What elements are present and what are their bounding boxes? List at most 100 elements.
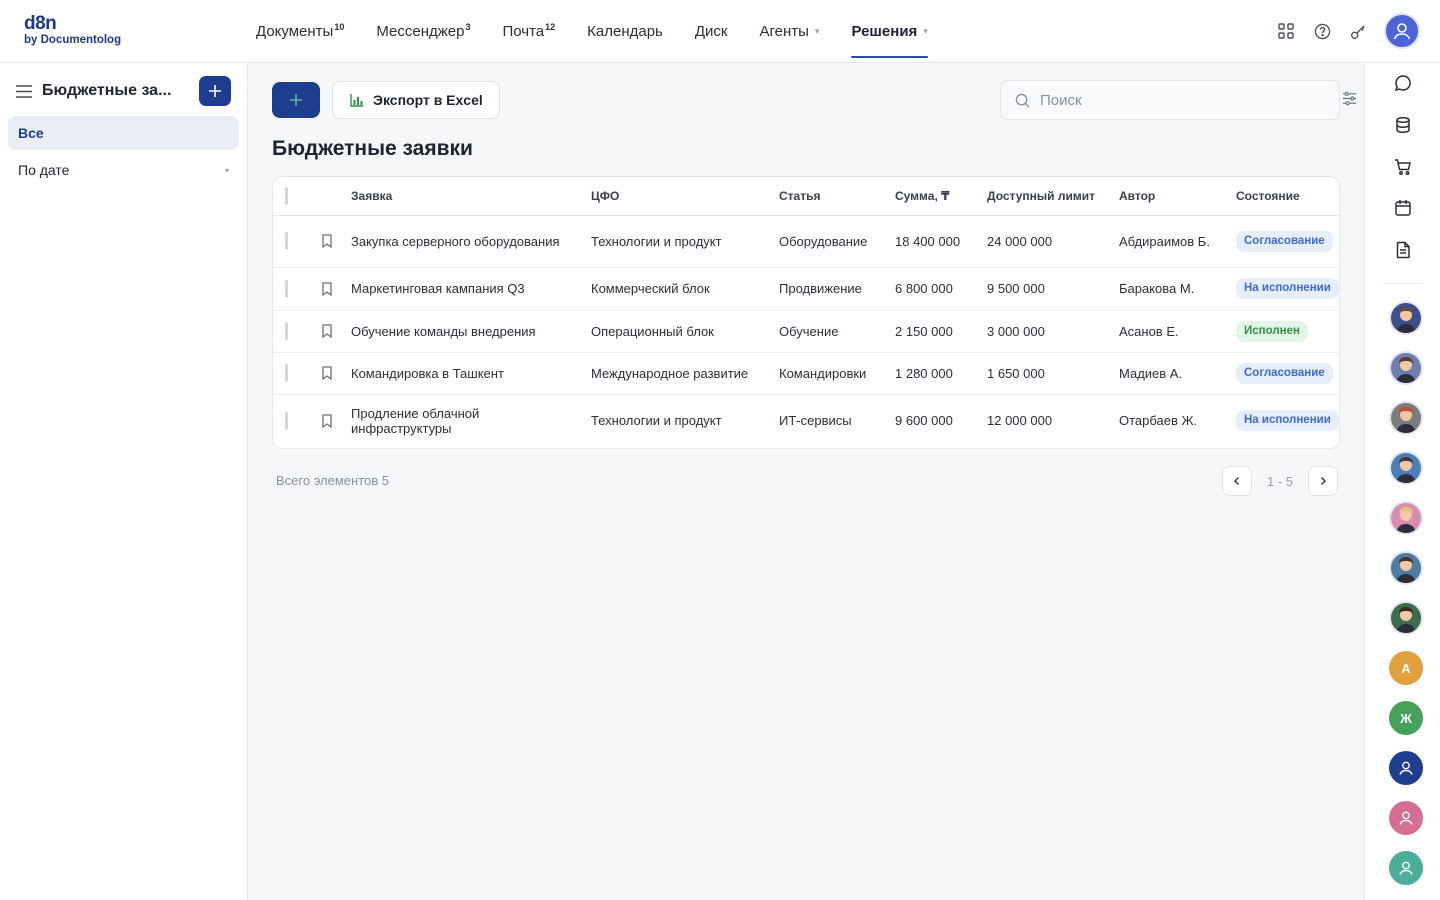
bookmark-icon: [322, 324, 332, 338]
menu-icon[interactable]: [16, 82, 34, 100]
cell-status: Согласование: [1236, 352, 1339, 395]
requests-table: Заявка ЦФО Статья Сумма, ₸ Доступный лим…: [272, 176, 1340, 449]
top-icons: [1276, 0, 1440, 62]
contact-avatar-user-icon[interactable]: [1389, 801, 1423, 835]
user-avatar[interactable]: [1384, 13, 1420, 49]
nav-tab-5[interactable]: Агенты ▾: [759, 0, 819, 62]
cell-limit: 1 650 000: [987, 352, 1119, 395]
search-box: [1000, 80, 1340, 120]
main-content: Экспорт в Excel Бюджетные заявки Заявка …: [248, 63, 1364, 900]
cell-status: Исполнен: [1236, 310, 1339, 353]
cell-item: Оборудование: [779, 215, 895, 268]
contact-avatar-user-icon[interactable]: [1389, 851, 1423, 885]
logo[interactable]: d8n by Documentolog: [24, 14, 121, 46]
cell-item: Продвижение: [779, 267, 895, 311]
cell-request: Обучение команды внедрения: [351, 310, 591, 353]
document-icon[interactable]: [1393, 240, 1413, 260]
person-illustration-icon: [1396, 307, 1416, 333]
contact-avatar-photo[interactable]: [1389, 601, 1423, 635]
nav-tab-3[interactable]: Календарь: [587, 0, 663, 62]
help-icon[interactable]: [1312, 21, 1332, 41]
cell-sum: 6 800 000: [895, 267, 987, 311]
column-header-author[interactable]: Автор: [1119, 177, 1236, 216]
page-range: 1 - 5: [1266, 473, 1293, 489]
nav-badge: 3: [465, 22, 471, 32]
cell-sum: 2 150 000: [895, 310, 987, 353]
search-icon: [1015, 93, 1030, 108]
chat-icon[interactable]: [1393, 73, 1413, 93]
contact-avatar-photo[interactable]: [1389, 401, 1423, 435]
search-input[interactable]: [1040, 91, 1320, 109]
row-select[interactable]: [273, 394, 303, 447]
add-button[interactable]: [272, 82, 320, 118]
nav-tab-2[interactable]: Почта 12: [502, 0, 555, 62]
cell-limit: 3 000 000: [987, 310, 1119, 353]
nav-tab-label: Агенты: [759, 22, 809, 40]
bookmark-cell[interactable]: [303, 267, 351, 311]
row-select[interactable]: [273, 267, 303, 311]
nav-tab-0[interactable]: Документы 10: [256, 0, 344, 62]
column-header-item[interactable]: Статья: [779, 177, 895, 216]
contact-avatar-photo[interactable]: [1389, 351, 1423, 385]
sidebar-item-by-date[interactable]: По дате ▾: [8, 153, 239, 187]
column-header-status[interactable]: Состояние: [1236, 177, 1339, 216]
table-row[interactable]: Обучение команды внедрения Операционный б…: [273, 310, 1339, 353]
cell-author: Баракова М.: [1119, 267, 1236, 311]
bookmark-cell[interactable]: [303, 310, 351, 353]
nav-tab-label: Диск: [694, 22, 728, 40]
pagination: 1 - 5: [1222, 466, 1338, 496]
bookmark-cell[interactable]: [303, 215, 351, 268]
calendar-icon[interactable]: [1393, 198, 1413, 218]
nav-badge: 10: [334, 22, 345, 32]
column-header-cfo[interactable]: ЦФО: [591, 177, 779, 216]
database-icon[interactable]: [1393, 115, 1413, 135]
person-illustration-icon: [1396, 557, 1416, 583]
export-excel-label: Экспорт в Excel: [373, 92, 483, 108]
row-select[interactable]: [273, 215, 303, 268]
column-header-request[interactable]: Заявка: [351, 177, 591, 216]
prev-page-button[interactable]: [1222, 466, 1252, 496]
contact-avatar-letter[interactable]: Ж: [1389, 701, 1423, 735]
status-badge: Исполнен: [1236, 320, 1308, 342]
filter-settings-icon[interactable]: [1342, 91, 1358, 107]
apps-grid-icon[interactable]: [1276, 21, 1296, 41]
contact-avatar-photo[interactable]: [1389, 551, 1423, 585]
row-select[interactable]: [273, 310, 303, 353]
bookmark-cell[interactable]: [303, 352, 351, 395]
bookmark-icon: [322, 281, 332, 296]
table-row[interactable]: Командировка в Ташкент Международное разв…: [273, 352, 1339, 395]
table-row[interactable]: Закупка серверного оборудования Технологи…: [273, 215, 1339, 268]
contact-avatar-letter[interactable]: А: [1389, 651, 1423, 685]
sidebar-header: Бюджетные за...: [16, 75, 231, 107]
row-select[interactable]: [273, 352, 303, 395]
contact-avatar-photo[interactable]: [1389, 451, 1423, 485]
cell-limit: 12 000 000: [987, 413, 1053, 429]
export-excel-button[interactable]: Экспорт в Excel: [332, 81, 500, 119]
cell-item: Командировки: [779, 352, 895, 395]
select-all-cell[interactable]: [273, 177, 303, 216]
nav-tab-4[interactable]: Диск: [695, 0, 728, 62]
contact-avatar-photo[interactable]: [1389, 501, 1423, 535]
table-row[interactable]: Маркетинговая кампания Q3 Коммерческий бл…: [273, 267, 1339, 311]
sidebar-add-button[interactable]: [199, 76, 231, 106]
table-row[interactable]: Продление облачной инфраструктуры Техноло…: [273, 394, 1339, 447]
nav-tab-1[interactable]: Мессенджер 3: [376, 0, 470, 62]
column-header-sum[interactable]: Сумма, ₸: [895, 177, 987, 216]
contact-avatar-photo[interactable]: [1389, 301, 1423, 335]
nav-tab-label: Решения: [851, 22, 918, 40]
cell-cfo: Технологии и продукт: [591, 215, 779, 268]
column-header-limit[interactable]: Доступный лимит: [987, 177, 1119, 216]
excel-chart-icon: [349, 92, 365, 108]
user-icon: [1399, 861, 1413, 875]
cart-icon[interactable]: [1393, 157, 1413, 177]
contact-avatar-user-icon[interactable]: [1389, 751, 1423, 785]
sidebar-item-all[interactable]: Все: [8, 116, 239, 150]
dropdown-caret-icon: ▾: [814, 25, 820, 36]
cell-status: На исполнении: [1236, 267, 1339, 311]
sidebar-title: Бюджетные за...: [42, 82, 172, 99]
bookmark-cell[interactable]: [303, 394, 351, 447]
key-icon[interactable]: [1348, 21, 1368, 41]
nav-tab-6[interactable]: Решения ▾: [851, 0, 929, 62]
next-page-button[interactable]: [1308, 466, 1338, 496]
page-title: Бюджетные заявки: [272, 137, 473, 160]
